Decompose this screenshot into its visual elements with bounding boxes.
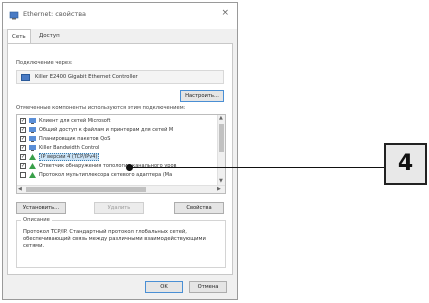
components-list[interactable]: ✓ Клиент для сетей Microsoft ✓ Общий дос… xyxy=(16,114,226,194)
list-item[interactable]: Протокол мультиплексора сетевого адаптер… xyxy=(17,171,217,180)
ethernet-properties-dialog: Ethernet: свойства × Сеть Доступ Подключ… xyxy=(2,2,238,300)
checkbox[interactable]: ✓ xyxy=(20,163,26,169)
checkbox[interactable] xyxy=(20,172,26,178)
network-service-icon xyxy=(29,127,36,133)
configure-button[interactable]: Настроить... xyxy=(180,90,224,102)
component-label: Протокол мультиплексора сетевого адаптер… xyxy=(39,172,173,178)
checkbox[interactable]: ✓ xyxy=(20,127,26,133)
callout-line xyxy=(130,167,388,168)
cancel-button[interactable]: Отмена xyxy=(189,281,227,293)
connect-using-label: Подключение через: xyxy=(16,60,73,66)
protocol-icon xyxy=(29,172,36,178)
checkbox[interactable]: ✓ xyxy=(20,118,26,124)
network-service-icon xyxy=(29,136,36,142)
tab-network[interactable]: Сеть xyxy=(7,29,31,43)
component-label: Ответчик обнаружения топологии канальног… xyxy=(39,163,177,169)
protocol-icon xyxy=(29,154,36,160)
ok-button[interactable]: OK xyxy=(145,281,183,293)
scroll-thumb[interactable] xyxy=(26,187,146,192)
adapter-name: Killer E2400 Gigabit Ethernet Controller xyxy=(35,74,138,80)
window-title: Ethernet: свойства xyxy=(23,10,87,18)
component-label: Общий доступ к файлам и принтерам для се… xyxy=(39,127,174,133)
remove-button[interactable]: Удалить xyxy=(94,202,144,214)
checkbox[interactable]: ✓ xyxy=(20,145,26,151)
description-text: Протокол TCP/IP. Стандартный протокол гл… xyxy=(23,229,206,249)
network-adapter-icon xyxy=(9,11,19,20)
list-item[interactable]: ✓ Killer Bandwidth Control xyxy=(17,144,217,153)
network-tab-panel: Подключение через: Killer E2400 Gigabit … xyxy=(7,43,233,275)
network-client-icon xyxy=(29,118,36,124)
vertical-scrollbar[interactable]: ▲ ▼ xyxy=(217,115,225,187)
component-label: IP версии 4 (TCP/IPv4) xyxy=(39,153,100,161)
description-group: Описание Протокол TCP/IP. Стандартный пр… xyxy=(16,217,226,268)
network-service-icon xyxy=(29,145,36,151)
install-button[interactable]: Установить... xyxy=(16,202,66,214)
components-label: Отмеченные компоненты используются этим … xyxy=(16,105,186,111)
list-item[interactable]: ✓ Планировщик пакетов QoS xyxy=(17,135,217,144)
description-title: Описание xyxy=(21,217,52,223)
protocol-icon xyxy=(29,163,36,169)
properties-button[interactable]: Свойства xyxy=(174,202,224,214)
callout-number: 4 xyxy=(384,143,427,185)
list-item[interactable]: ✓ Клиент для сетей Microsoft xyxy=(17,117,217,126)
adapter-field: Killer E2400 Gigabit Ethernet Controller xyxy=(16,70,224,84)
scroll-thumb[interactable] xyxy=(219,124,224,152)
scroll-down-icon[interactable]: ▼ xyxy=(219,178,223,184)
horizontal-scrollbar[interactable]: ◀ ▶ xyxy=(17,185,225,193)
checkbox[interactable]: ✓ xyxy=(20,136,26,142)
scroll-left-icon[interactable]: ◀ xyxy=(18,186,22,192)
tab-bar: Сеть Доступ xyxy=(3,29,237,43)
component-label: Killer Bandwidth Control xyxy=(39,145,100,151)
title-bar: Ethernet: свойства × xyxy=(3,3,237,29)
scroll-up-icon[interactable]: ▲ xyxy=(219,115,223,121)
list-item-selected[interactable]: ✓ IP версии 4 (TCP/IPv4) xyxy=(17,153,217,162)
callout-dot xyxy=(126,164,133,171)
tab-sharing[interactable]: Доступ xyxy=(35,29,64,43)
close-icon[interactable]: × xyxy=(221,8,229,18)
component-label: Клиент для сетей Microsoft xyxy=(39,118,111,124)
component-label: Планировщик пакетов QoS xyxy=(39,136,111,142)
network-adapter-icon xyxy=(21,74,30,81)
list-item[interactable]: ✓ Общий доступ к файлам и принтерам для … xyxy=(17,126,217,135)
checkbox[interactable]: ✓ xyxy=(20,154,26,160)
scroll-right-icon[interactable]: ▶ xyxy=(217,186,221,192)
